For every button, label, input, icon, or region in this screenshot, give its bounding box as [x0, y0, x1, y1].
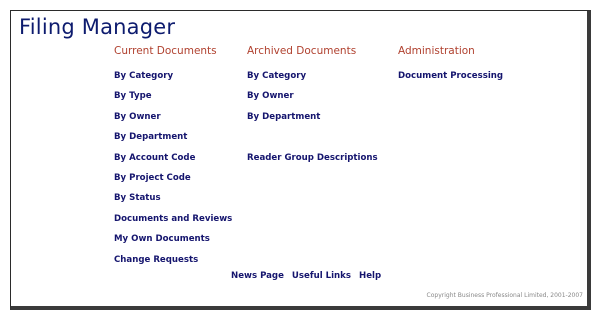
document-processing-link[interactable]: Document Processing	[398, 71, 503, 91]
documents-and-reviews-link[interactable]: Documents and Reviews	[114, 214, 232, 234]
archived-by-owner-link[interactable]: By Owner	[247, 91, 378, 111]
current-by-account-code-link[interactable]: By Account Code	[114, 153, 232, 173]
current-by-type-link[interactable]: By Type	[114, 91, 232, 111]
app-title: Filing Manager	[19, 15, 176, 39]
change-requests-link[interactable]: Change Requests	[114, 255, 232, 275]
current-by-status-link[interactable]: By Status	[114, 193, 232, 213]
current-documents-column: Current Documents By Category By Type By…	[114, 45, 232, 275]
administration-heading: Administration	[398, 45, 475, 57]
current-by-category-link[interactable]: By Category	[114, 71, 232, 91]
copyright-notice: Copyright Business Professional Limited,…	[426, 292, 583, 299]
archived-documents-heading: Archived Documents	[247, 45, 357, 57]
current-documents-heading: Current Documents	[114, 45, 217, 57]
useful-links-link[interactable]: Useful Links	[292, 271, 351, 281]
news-page-link[interactable]: News Page	[231, 271, 284, 281]
reader-group-descriptions-link[interactable]: Reader Group Descriptions	[247, 153, 378, 173]
archived-by-category-link[interactable]: By Category	[247, 71, 378, 91]
archived-spacer	[247, 132, 378, 152]
filing-manager-panel: Filing Manager Current Documents By Cate…	[10, 10, 591, 310]
archived-documents-column: Archived Documents By Category By Owner …	[247, 45, 378, 173]
my-own-documents-link[interactable]: My Own Documents	[114, 234, 232, 254]
current-by-department-link[interactable]: By Department	[114, 132, 232, 152]
archived-by-department-link[interactable]: By Department	[247, 112, 378, 132]
administration-column: Administration Document Processing	[398, 45, 503, 91]
current-by-owner-link[interactable]: By Owner	[114, 112, 232, 132]
current-by-project-code-link[interactable]: By Project Code	[114, 173, 232, 193]
footer-links: News Page Useful Links Help	[231, 271, 386, 281]
help-link[interactable]: Help	[359, 271, 381, 281]
